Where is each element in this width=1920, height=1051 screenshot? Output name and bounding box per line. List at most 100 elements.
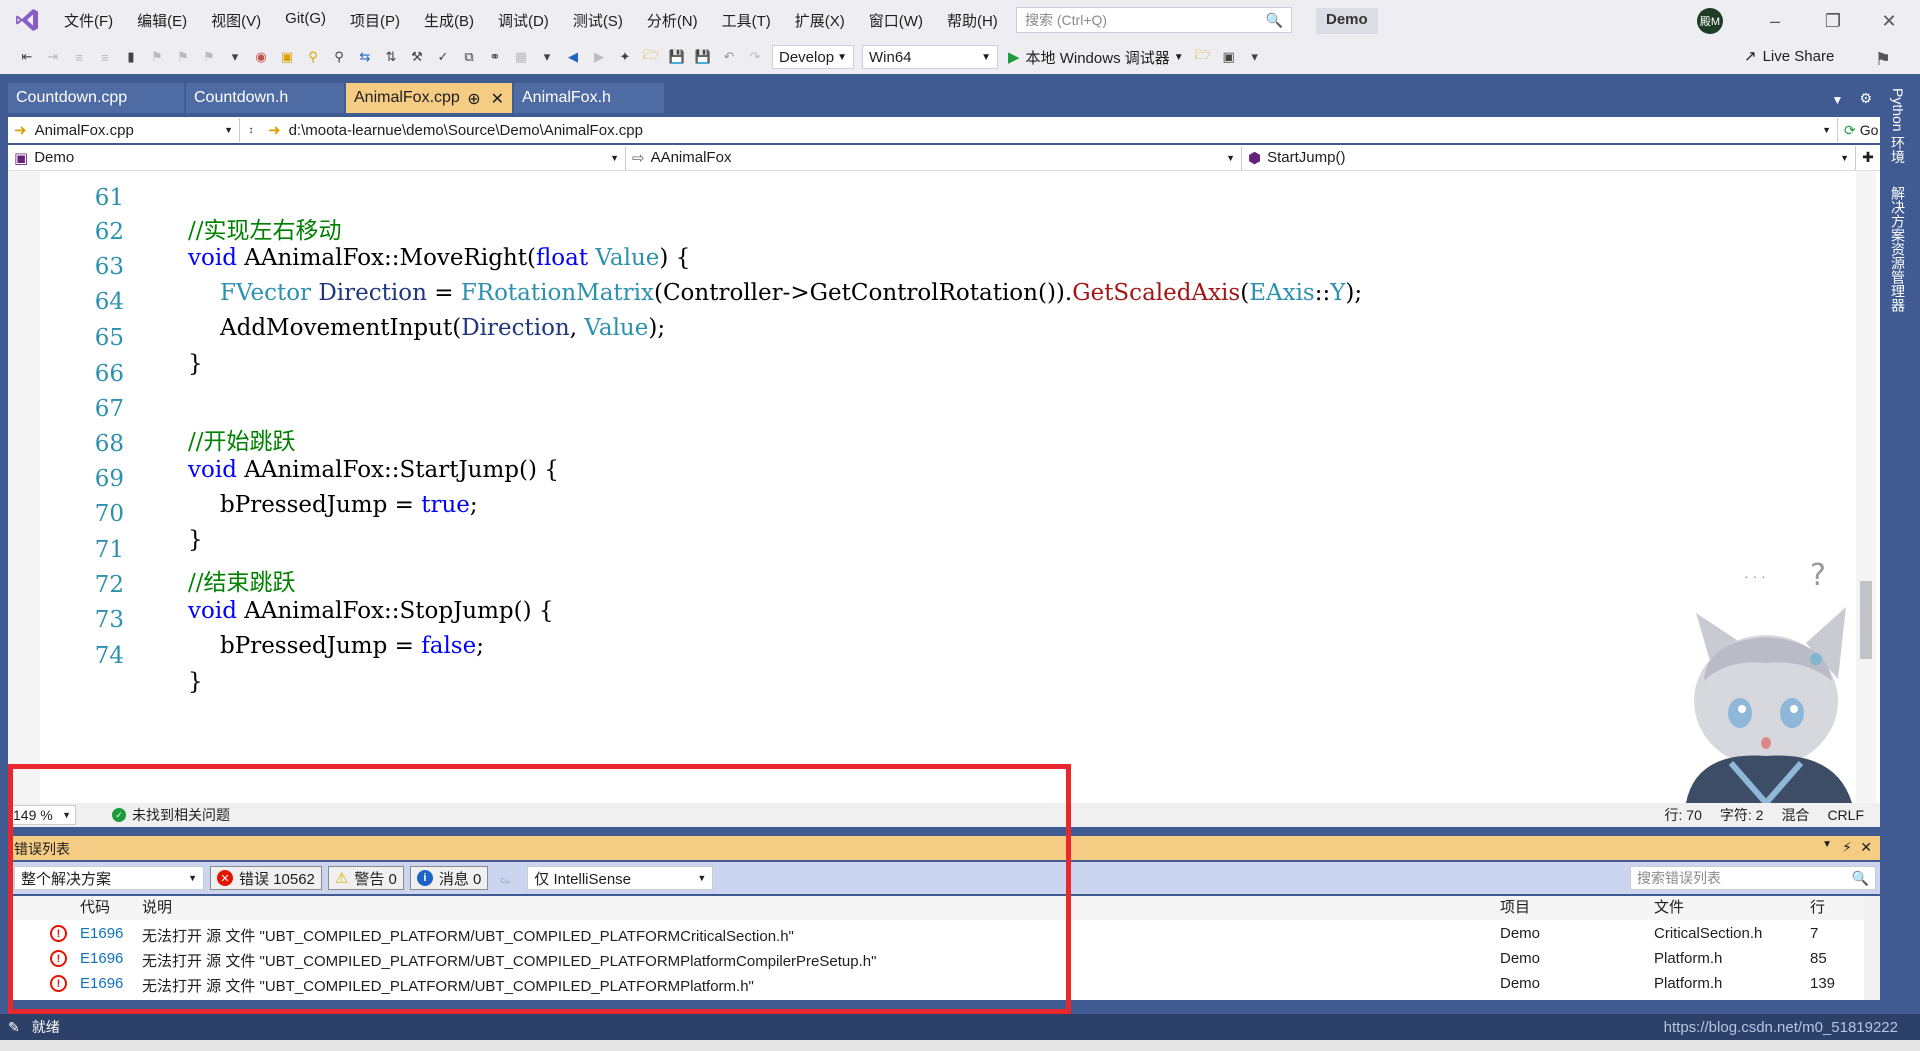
solution-name-badge[interactable]: Demo [1316,8,1378,34]
copy-icon[interactable]: ⧉ [458,46,480,68]
menu-item[interactable]: 生成(B) [412,10,486,31]
configuration-select[interactable]: Develop ▼ [772,45,854,69]
pin-icon[interactable]: ⚡ [1842,839,1852,856]
scrollbar-thumb[interactable] [1860,581,1872,659]
column-file[interactable]: 文件 [1654,896,1684,920]
tab-list-dropdown-icon[interactable]: ▼ [1824,87,1852,113]
more-dropdown-icon[interactable]: ▾ [536,46,558,68]
line-number: 69 [94,466,124,492]
menu-item[interactable]: 文件(F) [52,10,125,31]
settings-gear-icon[interactable]: ⚙ [1851,84,1880,113]
visual-studio-logo-icon[interactable] [10,3,44,37]
navigate-icon[interactable]: ⇆ [354,46,376,68]
line-number: 63 [94,254,124,280]
menu-item[interactable]: 窗口(W) [857,10,935,31]
redo-icon[interactable]: ↷ [744,46,766,68]
menu-item[interactable]: 帮助(H) [935,10,1010,31]
whitespace-mode[interactable]: 混合 [1781,805,1809,825]
close-window-icon[interactable]: ✕ [1874,8,1904,34]
code-text: FVector Direction = FRotationMatrix(Cont… [220,280,1363,306]
menu-item[interactable]: 扩展(X) [783,10,857,31]
save-icon[interactable]: 💾 [666,46,688,68]
splitter-icon[interactable]: ↕ [240,125,262,136]
column-line[interactable]: 行 [1810,896,1825,920]
solution-explorer-tab[interactable]: 解决方案资源管理器 [1888,186,1908,312]
link-icon[interactable]: ⚭ [484,46,506,68]
column-project[interactable]: 项目 [1500,896,1530,920]
close-tab-icon[interactable]: ✕ [491,89,504,108]
platform-select[interactable]: Win64 ▼ [862,45,998,69]
bookmark-dropdown-icon[interactable]: ▾ [224,46,246,68]
tab-countdown-cpp[interactable]: Countdown.cpp [8,83,184,113]
start-debugging-button[interactable]: ▶ 本地 Windows 调试器 ▼ [1008,47,1184,68]
output-icon[interactable]: ✎ [8,1019,20,1036]
menu-item[interactable]: 项目(P) [338,10,412,31]
minimize-icon[interactable]: – [1760,8,1790,34]
chevron-down-icon: ▼ [1840,152,1849,163]
check-icon[interactable]: ✓ [432,46,454,68]
editor-vertical-scrollbar[interactable] [1856,171,1876,803]
restore-icon[interactable]: ❐ [1818,8,1848,34]
next-bookmark-icon[interactable]: ⚑ [172,46,194,68]
sync-icon[interactable]: ⇅ [380,46,402,68]
live-share-button[interactable]: ↗ Live Share [1744,47,1834,66]
folder-icon[interactable]: ▣ [276,46,298,68]
error-list-scrollbar[interactable] [1864,896,1880,1000]
find-in-files-icon[interactable]: 🗁 [1192,46,1214,68]
path-select[interactable]: ➜ d:\moota-learnue\demo\Source\Demo\Anim… [262,118,1838,142]
tab-countdown-h[interactable]: Countdown.h [186,83,344,113]
outdent-icon[interactable]: ⇥ [42,46,64,68]
char-indicator[interactable]: 字符: 2 [1720,805,1764,825]
code-text: } [188,527,203,553]
menu-item[interactable]: 工具(T) [710,10,783,31]
clear-bookmarks-icon[interactable]: ⚑ [198,46,220,68]
line-indicator[interactable]: 行: 70 [1665,805,1702,825]
tab-animalfox-cpp[interactable]: AnimalFox.cpp ⊕ ✕ [346,83,512,113]
feedback-icon[interactable]: ⚑ [1868,46,1898,72]
cat-girl-background-image: · · · ? [1686,558,1852,803]
member-select[interactable]: ⬢ StartJump() ▼ [1242,145,1856,170]
open-folder-icon[interactable]: 🗁 [640,46,662,68]
menu-item[interactable]: 测试(S) [561,10,635,31]
undo-icon[interactable]: ↶ [718,46,740,68]
camera-icon[interactable]: ▣ [1218,46,1240,68]
pin-icon[interactable]: ⊕ [467,89,480,108]
file-select[interactable]: ➜ AnimalFox.cpp ▼ [8,118,240,142]
menu-item[interactable]: 分析(N) [635,10,710,31]
global-search-input[interactable]: 搜索 (Ctrl+Q) 🔍 [1016,7,1292,33]
comment-icon[interactable]: ≡ [68,46,90,68]
find-icon[interactable]: ⚲ [328,46,350,68]
chevron-down-icon: ▼ [1226,152,1235,163]
code-text: } [188,351,203,377]
grid-icon[interactable]: ▦ [510,46,532,68]
new-item-icon[interactable]: ✦ [614,46,636,68]
error-search-input[interactable]: 搜索错误列表 🔍 [1630,866,1876,890]
bookmark-icon[interactable]: ▮ [120,46,142,68]
line-ending[interactable]: CRLF [1827,807,1864,823]
find-symbol-icon[interactable]: ⚲ [302,46,324,68]
close-panel-icon[interactable]: ✕ [1860,839,1872,856]
uncomment-icon[interactable]: ≡ [94,46,116,68]
format-icon[interactable]: ⇤ [16,46,38,68]
panel-options-icon[interactable]: ▼ [1822,839,1832,850]
class-view-icon[interactable]: ◉ [250,46,272,68]
prev-bookmark-icon[interactable]: ⚑ [146,46,168,68]
class-select[interactable]: ⇨ AAnimalFox ▼ [626,145,1242,170]
tab-animalfox-h[interactable]: AnimalFox.h [514,83,664,113]
forward-icon[interactable]: ▶ [588,46,610,68]
menu-item[interactable]: 调试(D) [486,10,561,31]
avatar[interactable]: 殿M [1697,8,1723,34]
menu-item[interactable]: 编辑(E) [125,10,199,31]
save-all-icon[interactable]: 💾 [692,46,714,68]
project-select[interactable]: ▣ Demo ▼ [8,145,626,170]
split-view-icon[interactable]: ✚ [1856,149,1880,166]
toolbar-options-icon[interactable]: ▾ [1244,46,1266,68]
menu-item[interactable]: Git(G) [273,10,338,31]
annotation-highlight-box [8,764,1071,1014]
python-env-tab[interactable]: Python 环境 [1888,88,1908,163]
tool-icon[interactable]: ⚒ [406,46,428,68]
code-editor[interactable]: 61 //实现左右移动 62 void AAnimalFox::MoveRigh… [8,171,1880,803]
back-icon[interactable]: ◀ [562,46,584,68]
menu-item[interactable]: 视图(V) [199,10,273,31]
go-button[interactable]: ⟳ Go [1838,122,1878,139]
